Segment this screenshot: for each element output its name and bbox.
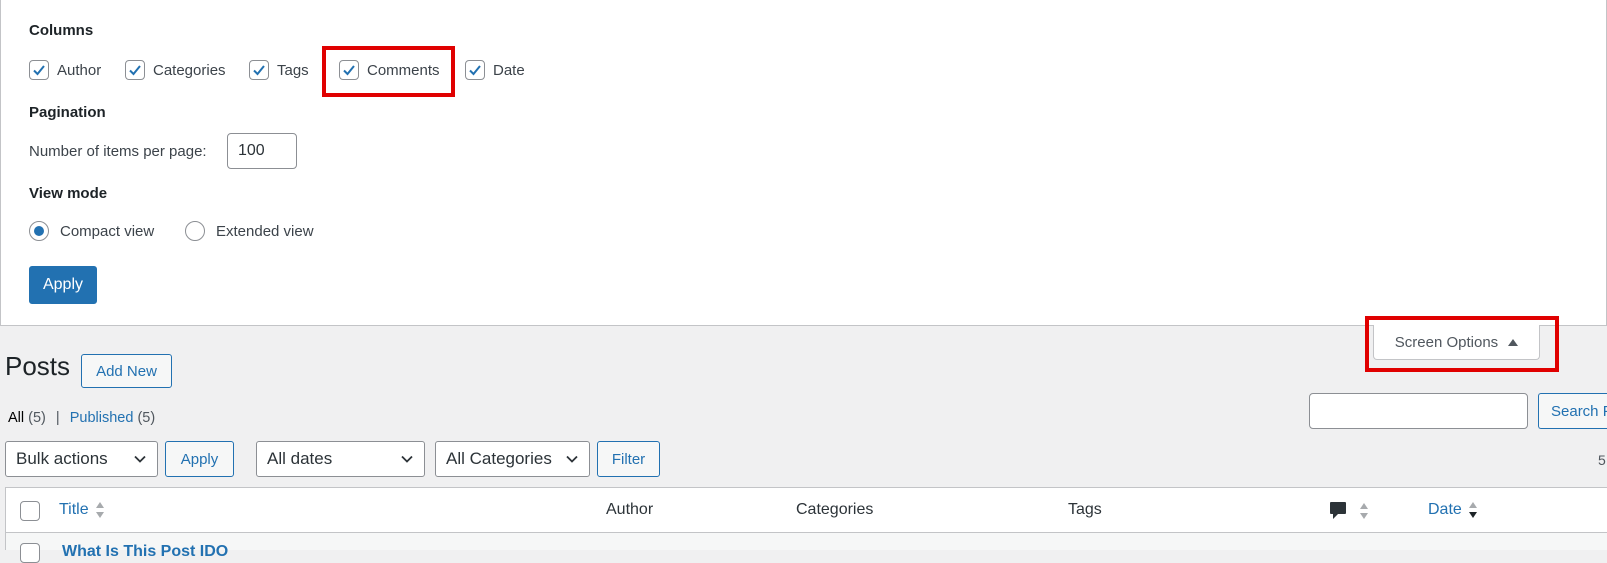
filter-published-link[interactable]: Published [70,410,134,426]
sort-icon [1360,503,1368,519]
checkmark-icon [129,65,141,76]
bulk-actions-selected: Bulk actions [16,449,108,468]
extended-view-radio[interactable] [185,221,205,241]
comments-checkbox-label: Comments [367,61,440,79]
tags-checkbox[interactable] [249,60,269,80]
date-column-label: Date [1428,501,1462,518]
radio-selected-dot [34,226,44,236]
items-count: 5 [1598,452,1606,468]
compact-view-option[interactable]: Compact view [29,221,154,241]
filter-all-count: (5) [28,410,46,426]
screen-options-toggle[interactable]: Screen Options [1373,325,1540,360]
row-checkbox[interactable] [20,543,40,563]
bulk-apply-button[interactable]: Apply [165,441,234,477]
screen-options-toggle-label: Screen Options [1394,333,1499,351]
chevron-down-icon [134,455,146,463]
columns-legend: Columns [29,22,94,39]
title-column-header[interactable]: Title [59,501,105,519]
dates-filter-select[interactable]: All dates [256,441,425,477]
categories-column-header: Categories [796,501,874,518]
extended-view-label: Extended view [216,222,314,240]
checkmark-icon [33,65,45,76]
extended-view-option[interactable]: Extended view [185,221,314,241]
filter-button[interactable]: Filter [597,441,660,477]
comments-column-header[interactable] [1329,501,1369,521]
tags-checkbox-label: Tags [277,61,309,79]
categories-filter-selected: All Categories [446,449,552,468]
table-row[interactable]: What Is This Post IDO [5,533,1607,563]
categories-checkbox-label: Categories [153,61,226,79]
filter-all-link[interactable]: All [8,410,24,426]
view-mode-legend: View mode [29,185,108,202]
comment-bubble-icon [1330,502,1346,519]
column-toggle-tags[interactable]: Tags [249,60,309,80]
posts-table-header: Title Author Categories Tags Date [5,487,1607,533]
date-checkbox[interactable] [465,60,485,80]
checkmark-icon [253,65,265,76]
post-status-filters: All (5) | Published (5) [8,410,155,426]
compact-view-radio[interactable] [29,221,49,241]
filter-published-count: (5) [137,410,156,426]
checkmark-icon [469,65,481,76]
triangle-up-icon [1508,338,1519,346]
date-column-header[interactable]: Date [1428,501,1478,519]
column-toggle-comments[interactable]: Comments [339,60,440,80]
categories-filter-select[interactable]: All Categories [435,441,590,477]
title-column-label: Title [59,501,89,518]
add-new-button[interactable]: Add New [81,354,172,388]
date-checkbox-label: Date [493,61,525,79]
chevron-down-icon [401,455,413,463]
sort-icon [95,502,104,518]
compact-view-label: Compact view [60,222,155,240]
chevron-down-icon [566,455,578,463]
comments-checkbox[interactable] [339,60,359,80]
author-checkbox-label: Author [57,61,102,79]
items-per-page-input[interactable] [227,133,297,169]
post-title-link[interactable]: What Is This Post IDO [62,543,228,561]
filter-separator: | [55,410,60,426]
items-per-page-label: Number of items per page: [29,143,207,160]
screen-options-panel: Columns Author Categories Tags Comments … [0,0,1607,326]
column-toggle-categories[interactable]: Categories [125,60,226,80]
tags-column-header: Tags [1068,501,1102,518]
checkmark-icon [343,65,355,76]
bulk-actions-select[interactable]: Bulk actions [5,441,158,477]
author-checkbox[interactable] [29,60,49,80]
column-toggle-author[interactable]: Author [29,60,101,80]
categories-checkbox[interactable] [125,60,145,80]
column-toggle-date[interactable]: Date [465,60,525,80]
screen-options-apply-button[interactable]: Apply [29,266,97,304]
search-posts-input[interactable] [1309,393,1528,429]
select-all-checkbox[interactable] [20,501,40,521]
dates-filter-selected: All dates [267,449,333,468]
page-title: Posts [5,351,71,381]
author-column-header: Author [606,501,654,518]
pagination-legend: Pagination [29,104,106,121]
search-posts-button[interactable]: Search P [1538,393,1607,429]
sort-desc-icon [1468,502,1477,518]
